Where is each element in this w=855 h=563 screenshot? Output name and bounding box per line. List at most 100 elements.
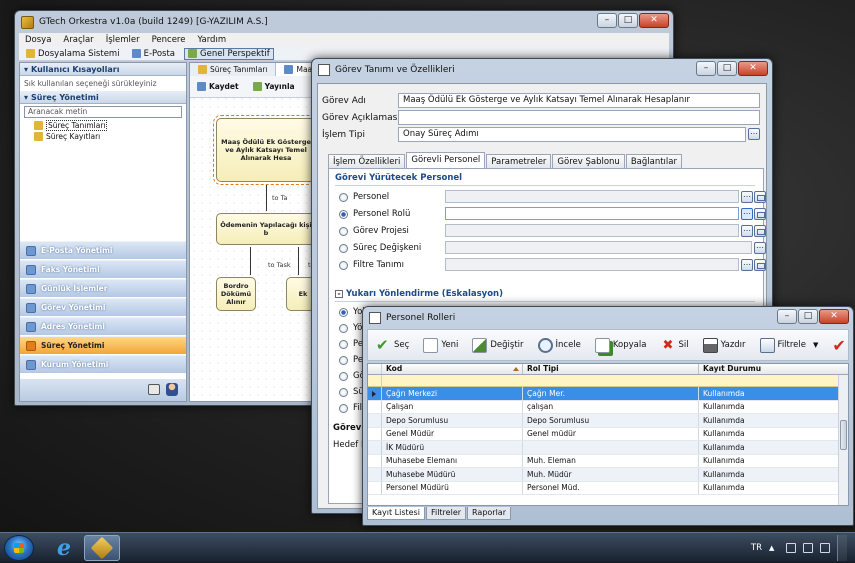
filter-definition-list-button[interactable] [754,259,766,271]
select-button[interactable]: ✔ Seç [376,337,409,353]
tab-process-definitions[interactable]: Süreç Tanımları [190,63,277,76]
chevron-up-icon[interactable]: ▲ [769,543,779,553]
menu-araclar[interactable]: Araçlar [63,35,93,45]
toolbar-filesystem[interactable]: Dosyalama Sistemi [23,49,123,59]
minimize-button[interactable]: – [597,13,617,28]
flag-icon[interactable] [786,543,796,553]
personnel-list-button[interactable] [754,191,766,203]
delete-button[interactable]: ✖ Sil [660,338,689,353]
filter-definition-field[interactable] [445,258,739,271]
radio-process-variable[interactable]: Süreç Değişkeni [339,242,421,254]
taskbar-ie[interactable]: e [46,535,82,561]
shortcuts-header[interactable]: ▾ Kullanıcı Kısayolları [20,63,186,76]
filter-definition-browse-button[interactable]: … [741,259,753,271]
user-icon[interactable] [166,383,178,396]
table-row[interactable]: Çağrı Merkezi Çağrı Mer. Kullanımda [368,387,848,401]
task-name-field[interactable]: Maaş Ödülü Ek Gösterge ve Aylık Katsayı … [398,93,760,108]
nav-fax[interactable]: Faks Yönetimi [20,260,186,278]
tab-assigned-personnel[interactable]: Görevli Personel [406,152,486,168]
personnel-role-field[interactable] [445,207,739,220]
table-row[interactable]: Muhasebe Elemanı Muh. Eleman Kullanımda [368,454,848,468]
close-button[interactable]: ✕ [738,61,768,76]
scrollbar-thumb[interactable] [840,420,847,450]
tab-connections[interactable]: Bağlantılar [625,154,682,168]
process-variable-browse-button[interactable]: … [754,242,766,254]
task-type-browse-button[interactable]: … [748,128,760,140]
process-node-selected[interactable]: Maaş Ödülü Ek Gösterge ve Aylık Katsayı … [213,115,319,185]
radio-task-project[interactable]: Görev Projesi [339,225,409,237]
process-node[interactable]: Ödemenin Yapılacağı kişi b [216,213,316,245]
process-variable-field[interactable] [445,241,752,254]
radio-personnel-role[interactable]: Personel Rolü [339,208,410,220]
table-row[interactable]: Çalışan çalışan Kullanımda [368,400,848,414]
tab-filters[interactable]: Filtreler [425,507,467,520]
search-input[interactable]: Aranacak metin [24,106,182,118]
toolbar-perspective[interactable]: Genel Perspektif [184,47,274,60]
radio-personnel[interactable]: Personel [339,191,389,203]
menu-islemler[interactable]: İşlemler [106,35,140,45]
publish-button[interactable]: Yayınla [250,82,298,91]
column-header-status[interactable]: Kayıt Durumu [699,364,839,374]
table-row[interactable]: Muhasebe Müdürü Muh. Müdür Kullanımda [368,468,848,482]
menu-yardim[interactable]: Yardım [197,35,226,45]
new-button[interactable]: Yeni [423,337,458,353]
nav-address[interactable]: Adres Yönetimi [20,317,186,335]
main-titlebar[interactable]: GTech Orkestra v1.0a (build 1249) [G-YAZ… [15,11,673,33]
speaker-icon[interactable] [820,543,830,553]
filter-button[interactable]: Filtrele ▼ [759,337,818,353]
maximize-button[interactable]: □ [618,13,638,28]
process-node[interactable]: Bordro Dökümü Alınır [216,277,256,311]
column-header-role-type[interactable]: Rol Tipi [523,364,699,374]
table-row[interactable]: Depo Sorumlusu Depo Sorumlusu Kullanımda [368,414,848,428]
table-row[interactable]: Genel Müdür Genel müdür Kullanımda [368,427,848,441]
confirm-button[interactable]: ✔ [832,337,847,353]
nav-daily[interactable]: Günlük İşlemler [20,279,186,297]
taskbar-orkestra[interactable] [84,535,120,561]
nav-tasks[interactable]: Görev Yönetimi [20,298,186,316]
chevron-down-icon[interactable]: ▼ [813,341,818,349]
tab-parameters[interactable]: Parametreler [486,154,552,168]
close-button[interactable]: ✕ [639,13,669,28]
task-description-field[interactable] [398,110,760,125]
tree-item-process-definitions[interactable]: Süreç Tanımları [20,120,186,131]
close-button[interactable]: ✕ [819,309,849,324]
copy-button[interactable]: Kopyala [594,337,646,353]
table-row[interactable]: Personel Müdürü Personel Müd. Kullanımda [368,481,848,495]
menu-dosya[interactable]: Dosya [25,35,51,45]
maximize-button[interactable]: □ [798,309,818,324]
display-icon[interactable] [803,543,813,553]
personnel-role-list-button[interactable] [754,208,766,220]
print-button[interactable]: Yazdır [702,337,746,353]
menu-pencere[interactable]: Pencere [152,35,186,45]
radio-filter-definition[interactable]: Filtre Tanımı [339,259,404,271]
grid-filter-row[interactable] [368,375,848,387]
vertical-scrollbar[interactable] [838,375,848,505]
printer-icon[interactable] [148,384,160,395]
show-desktop-button[interactable] [837,535,847,561]
language-indicator[interactable]: TR [751,543,762,553]
escalation-section-title[interactable]: - Yukarı Yönlendirme (Eskalasyon) [335,289,503,299]
column-header-code[interactable]: Kod [382,364,523,374]
toolbar-email[interactable]: E-Posta [129,49,178,59]
task-project-browse-button[interactable]: … [741,225,753,237]
tab-record-list[interactable]: Kayıt Listesi [367,507,425,520]
task-type-field[interactable]: Onay Süreç Adımı [398,127,746,142]
personnel-role-browse-button[interactable]: … [741,208,753,220]
table-row[interactable]: İK Müdürü Kullanımda [368,441,848,455]
task-project-field[interactable] [445,224,739,237]
process-header[interactable]: ▾ Süreç Yönetimi [20,91,186,104]
start-button[interactable] [4,535,34,561]
minimize-button[interactable]: – [696,61,716,76]
tree-item-process-records[interactable]: Süreç Kayıtları [20,131,186,142]
nav-email[interactable]: E-Posta Yönetimi [20,241,186,259]
nav-process[interactable]: Süreç Yönetimi [20,336,186,354]
tab-task-template[interactable]: Görev Şablonu [552,154,625,168]
task-project-list-button[interactable] [754,225,766,237]
maximize-button[interactable]: □ [717,61,737,76]
minimize-button[interactable]: – [777,309,797,324]
save-button[interactable]: Kaydet [194,82,242,91]
personnel-browse-button[interactable]: … [741,191,753,203]
inspect-button[interactable]: İncele [537,337,581,353]
tab-reports[interactable]: Raporlar [467,507,511,520]
tab-process-properties[interactable]: İşlem Özellikleri [328,154,406,168]
